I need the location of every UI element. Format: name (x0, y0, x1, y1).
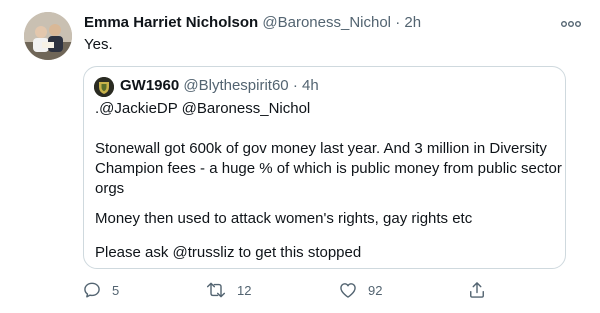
retweet-button[interactable]: 12 (205, 280, 251, 300)
avatar-photo (24, 12, 72, 60)
more-options-button[interactable] (560, 16, 582, 32)
quoted-text-line: Please ask @trussliz to get this stopped (95, 244, 362, 261)
quoted-author-name[interactable]: GW1960 (120, 77, 179, 94)
retweet-icon (206, 282, 226, 298)
quoted-mentions: .@JackieDP @Baroness_Nichol (95, 100, 311, 117)
quoted-header: GW1960 @Blythespirit60 · 4h (120, 77, 319, 94)
tweet-card[interactable]: Emma Harriet Nicholson @Baroness_Nichol … (0, 0, 600, 313)
quoted-author-handle[interactable]: @Blythespirit60 (183, 77, 288, 94)
quoted-meta-separator: · (292, 77, 298, 94)
quoted-tweet[interactable]: GW1960 @Blythespirit60 · 4h .@JackieDP @… (83, 66, 566, 269)
tweet-header: Emma Harriet Nicholson @Baroness_Nichol … (84, 14, 421, 31)
quoted-author-avatar[interactable] (94, 77, 114, 97)
more-horizontal-icon (561, 20, 581, 27)
share-icon (470, 282, 484, 298)
tweet-time[interactable]: 2h (404, 14, 421, 31)
quoted-time[interactable]: 4h (302, 77, 319, 94)
like-count: 92 (368, 282, 383, 298)
meta-separator: · (395, 14, 401, 31)
shield-logo-icon (94, 77, 114, 97)
reply-button[interactable]: 5 (82, 280, 119, 300)
retweet-count: 12 (237, 282, 252, 298)
share-button[interactable] (467, 280, 487, 300)
quoted-text-line: orgs (95, 180, 125, 197)
reply-count: 5 (112, 282, 120, 298)
quoted-text-line: Stonewall got 600k of gov money last yea… (95, 140, 547, 157)
quoted-text-line: Champion fees - a huge % of which is pub… (95, 160, 562, 177)
author-handle[interactable]: @Baroness_Nichol (262, 14, 391, 31)
heart-icon (340, 283, 356, 298)
action-bar: 5 12 92 (80, 280, 500, 304)
like-button[interactable]: 92 (338, 280, 382, 300)
tweet-text: Yes. (84, 36, 113, 53)
quoted-text-line: Money then used to attack women's rights… (95, 210, 473, 227)
author-name[interactable]: Emma Harriet Nicholson (84, 14, 258, 31)
reply-icon (84, 282, 100, 298)
author-avatar[interactable] (24, 12, 72, 60)
